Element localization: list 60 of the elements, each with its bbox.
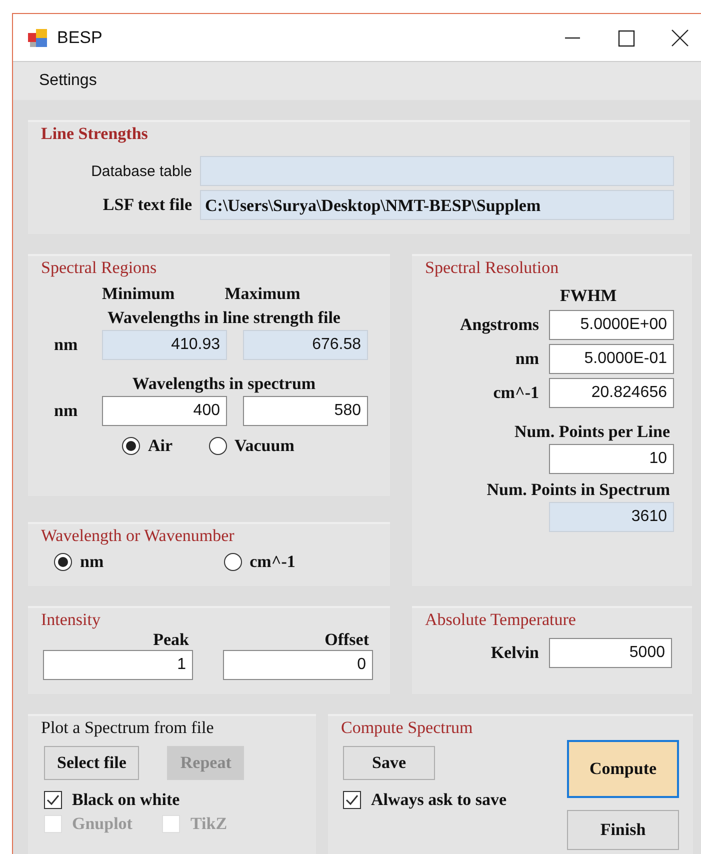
field-label: Database table	[90, 162, 192, 180]
menu-item[interactable]: Settings	[39, 72, 97, 90]
group-title: Spectral Resolution	[424, 257, 560, 278]
input-field[interactable]: 580	[243, 396, 368, 426]
radio-label: Air	[148, 436, 173, 456]
radio-label: Vacuum	[234, 436, 294, 456]
checkbox-label: Gnuplot	[72, 814, 132, 834]
radio-button[interactable]	[224, 553, 242, 571]
input-field[interactable]: 5.0000E-01	[549, 344, 674, 374]
input-field[interactable]: 676.58	[243, 330, 368, 360]
radio-label: nm	[80, 552, 104, 572]
field-label: Num. Points per Line	[513, 422, 671, 442]
input-field[interactable]	[200, 156, 674, 186]
caption: Wavelengths in spectrum	[131, 374, 317, 394]
unit-label: nm	[54, 335, 79, 355]
unit-label: nm	[54, 401, 79, 421]
push-button[interactable]: Select file	[44, 746, 140, 780]
field-label: nm	[515, 349, 539, 369]
input-field[interactable]: 400	[102, 396, 227, 426]
input-field[interactable]: 5000	[549, 638, 672, 668]
field-label: Offset	[324, 630, 370, 650]
column-header: FWHM	[560, 286, 618, 306]
group-title: Line Strengths	[40, 123, 149, 144]
radio-button[interactable]	[54, 553, 72, 571]
radio-button[interactable]	[122, 437, 140, 455]
field-label: LSF text file	[102, 195, 192, 215]
input-field[interactable]: C:\Users\Surya\Desktop\NMT-BESP\Supplem	[200, 190, 674, 220]
field-label: Num. Points in Spectrum	[486, 480, 671, 500]
window-title: BESP	[57, 28, 102, 48]
checkbox-label: Black on white	[72, 790, 180, 810]
field-label: Kelvin	[490, 643, 539, 663]
input-field[interactable]: 1	[43, 650, 193, 680]
group-title: Absolute Temperature	[424, 609, 577, 630]
app-icon	[27, 26, 49, 48]
column-header: Minimum	[102, 284, 175, 304]
group-title: Spectral Regions	[40, 257, 158, 278]
compute-button[interactable]: Compute	[567, 740, 679, 798]
input-field[interactable]: 0	[223, 650, 373, 680]
radio-label: cm^-1	[250, 552, 296, 572]
input-field[interactable]: 10	[549, 444, 674, 474]
caption: Wavelengths in line strength file	[106, 308, 342, 328]
finish-button[interactable]: Finish	[567, 810, 679, 850]
field-label: Angstroms	[460, 315, 539, 335]
radio-button[interactable]	[208, 437, 227, 455]
column-header: Maximum	[224, 284, 300, 304]
field-label: cm^-1	[493, 383, 539, 403]
group-title: Plot a Spectrum from file	[40, 717, 215, 738]
save-button[interactable]: Save	[343, 746, 435, 780]
field-label: Peak	[153, 630, 190, 650]
group-title: Intensity	[40, 609, 102, 630]
group-title: Compute Spectrum	[340, 717, 473, 738]
input-field[interactable]: 5.0000E+00	[549, 310, 674, 340]
input-field[interactable]: 20.824656	[549, 378, 674, 408]
checkbox-label: TikZ	[190, 814, 228, 834]
input-field[interactable]: 3610	[549, 502, 674, 532]
checkbox[interactable]	[44, 791, 62, 809]
checkbox-label: Always ask to save	[371, 790, 507, 810]
group-title: Wavelength or Wavenumber	[40, 525, 236, 546]
input-field[interactable]: 410.93	[102, 330, 227, 360]
checkbox[interactable]	[343, 791, 361, 809]
